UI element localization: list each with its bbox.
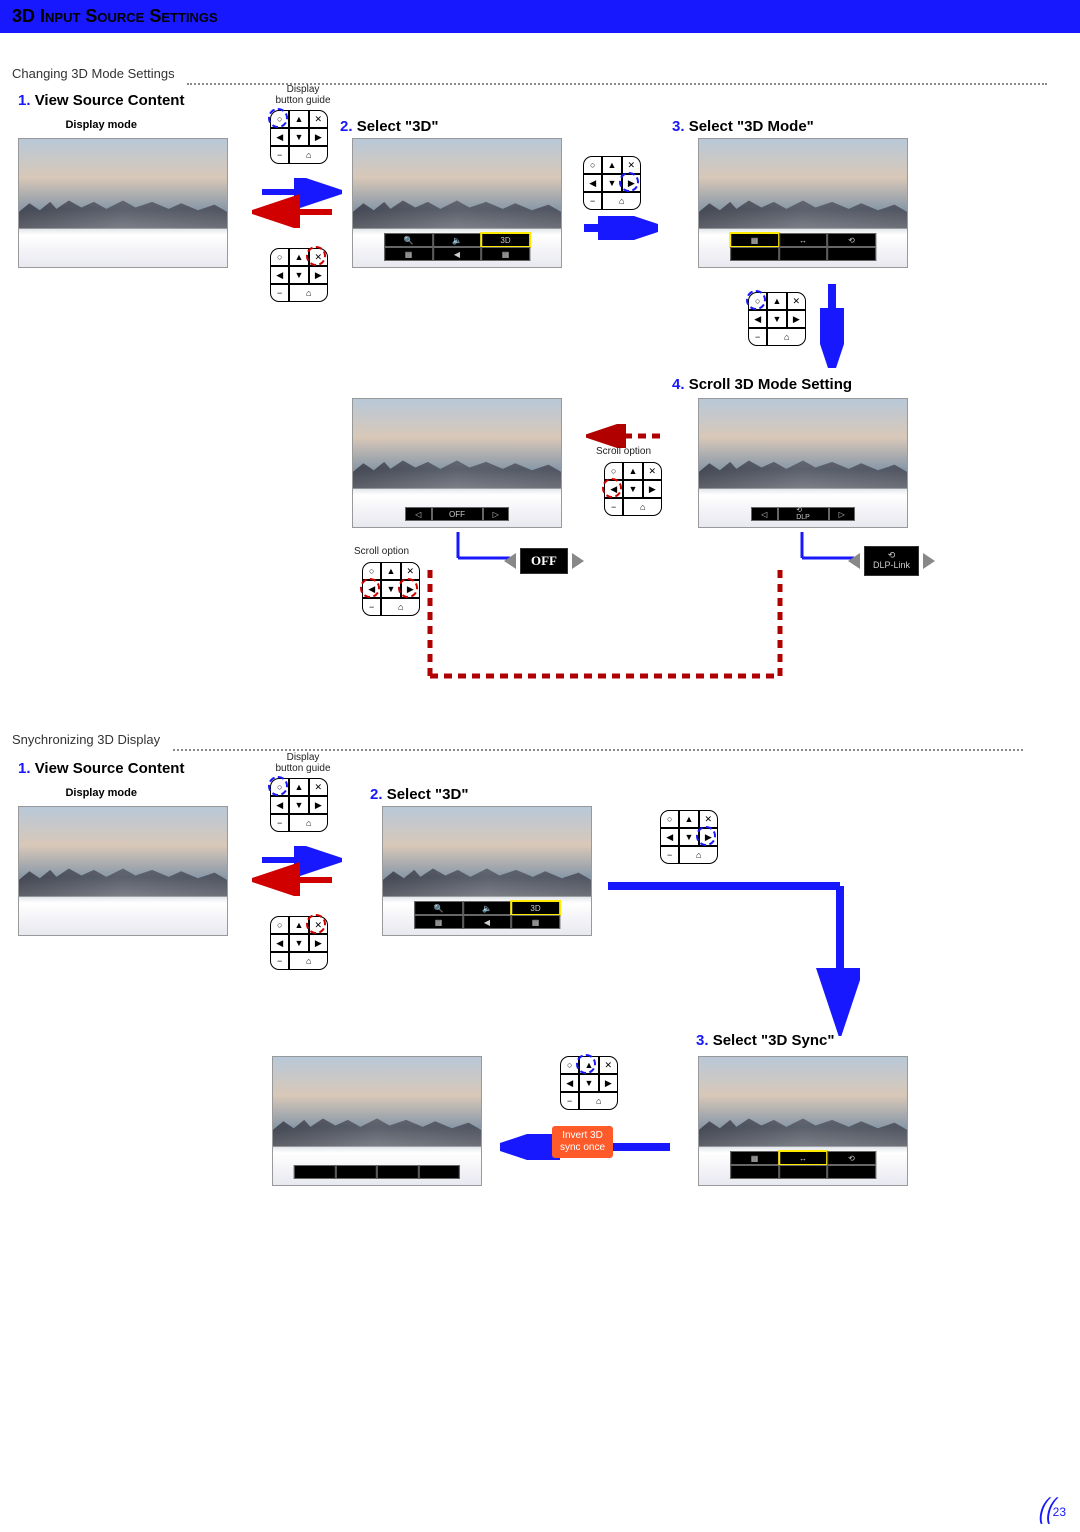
bidir-arrows-2 [252,846,342,901]
step1-title: View Source Content [35,92,185,109]
invert-3d-tag: Invert 3D sync once [552,1126,613,1158]
step4-num: 4. [672,376,685,393]
keypad-guide-7: ○▲✕ ◀▼▶ −⌂ [270,778,328,832]
step2-title: Select "3D" [357,118,439,135]
dlp-chip: ⟲ DLP-Link [864,546,919,576]
page-number: ((23 [1040,1496,1066,1522]
keypad-guide-3: ○▲✕ ◀▼▶ −⌂ [583,156,641,210]
sync-step2-heading: 2. Select "3D" [370,786,468,803]
thumb-source-2 [18,806,228,936]
osd-off: ◁OFF▷ [405,507,509,521]
osd-sync-left [294,1165,460,1179]
keypad-guide-2: ○▲✕ ◀▼▶ −⌂ [270,248,328,302]
keypad-guide-5: ○▲✕ ◀▼▶ −⌂ [604,462,662,516]
display-button-guide-label-2: Display button guide [268,752,338,774]
osd-strip-3d: 🔍🔈3D ▦◀▦ [384,233,530,261]
tri-right-icon [923,553,935,569]
page-title: 3D Input Source Settings [12,6,218,26]
step1-sublabel: Display mode [18,119,184,131]
section2-subtitle: Snychronizing 3D Display [0,718,160,747]
step3-heading: 3. Select "3D Mode" [672,118,814,135]
osd-sync-right: ▦↔⟲ [730,1151,876,1179]
thumb-3dsync-right: ▦↔⟲ [698,1056,908,1186]
arrow-step2-3 [578,216,658,245]
sync-step1-sublabel: Display mode [18,787,184,799]
osd-dlp: ◁⟲DLP▷ [751,507,855,521]
dlp-chip-row: ⟲ DLP-Link [848,546,935,576]
thumb-scroll-right: ◁⟲DLP▷ [698,398,908,528]
osd-strip-3dmode: ▦↔⟲ [730,233,876,261]
swoosh-icon: (( [1037,1492,1058,1526]
keypad-guide-4: ○▲✕ ◀▼▶ −⌂ [748,292,806,346]
keypad-guide-8: ○▲✕ ◀▼▶ −⌂ [270,916,328,970]
keypad-guide-1: ○▲✕ ◀▼▶ −⌂ [270,110,328,164]
sync-step1-heading: 1. View Source Content [18,760,184,777]
thumb-source-1 [18,138,228,268]
thumb-select3dmode: ▦↔⟲ [698,138,908,268]
thumb-scroll-left: ◁OFF▷ [352,398,562,528]
scroll-option-label-1: Scroll option [596,446,651,457]
step4-heading: 4. Scroll 3D Mode Setting [672,376,852,393]
keypad-guide-9: ○▲✕ ◀▼▶ −⌂ [660,810,718,864]
divider-dots-2 [173,749,1023,751]
blue-L-arrow [600,876,860,1041]
step1-heading: 1. View Source Content [18,92,184,109]
step1-num: 1. [18,92,31,109]
arrow-step3-4 [820,278,844,373]
section1-subtitle: Changing 3D Mode Settings [0,52,175,81]
thumb-select3d-2: 🔍🔈3D ▦◀▦ [382,806,592,936]
step3-title: Select "3D Mode" [689,118,814,135]
step2-heading: 2. Select "3D" [340,118,438,135]
keypad-guide-10: ○▲✕ ◀▼▶ −⌂ [560,1056,618,1110]
tri-left-icon [848,553,860,569]
step3-num: 3. [672,118,685,135]
sync-step3-heading: 3. Select "3D Sync" [696,1032,834,1049]
step2-num: 2. [340,118,353,135]
bidir-arrows-1 [252,178,342,233]
step4-title: Scroll 3D Mode Setting [689,376,852,393]
thumb-3dsync-left [272,1056,482,1186]
dashed-red-loop [424,556,794,691]
osd-strip-3d-2: 🔍🔈3D ▦◀▦ [414,901,560,929]
keypad-guide-6: ○▲✕ ◀▼▶ −⌂ [362,562,420,616]
scroll-option-label-2: Scroll option [354,546,409,557]
thumb-select3d-1: 🔍🔈3D ▦◀▦ [352,138,562,268]
display-button-guide-label: Display button guide [268,84,338,106]
page-header: 3D Input Source Settings [0,0,1080,33]
